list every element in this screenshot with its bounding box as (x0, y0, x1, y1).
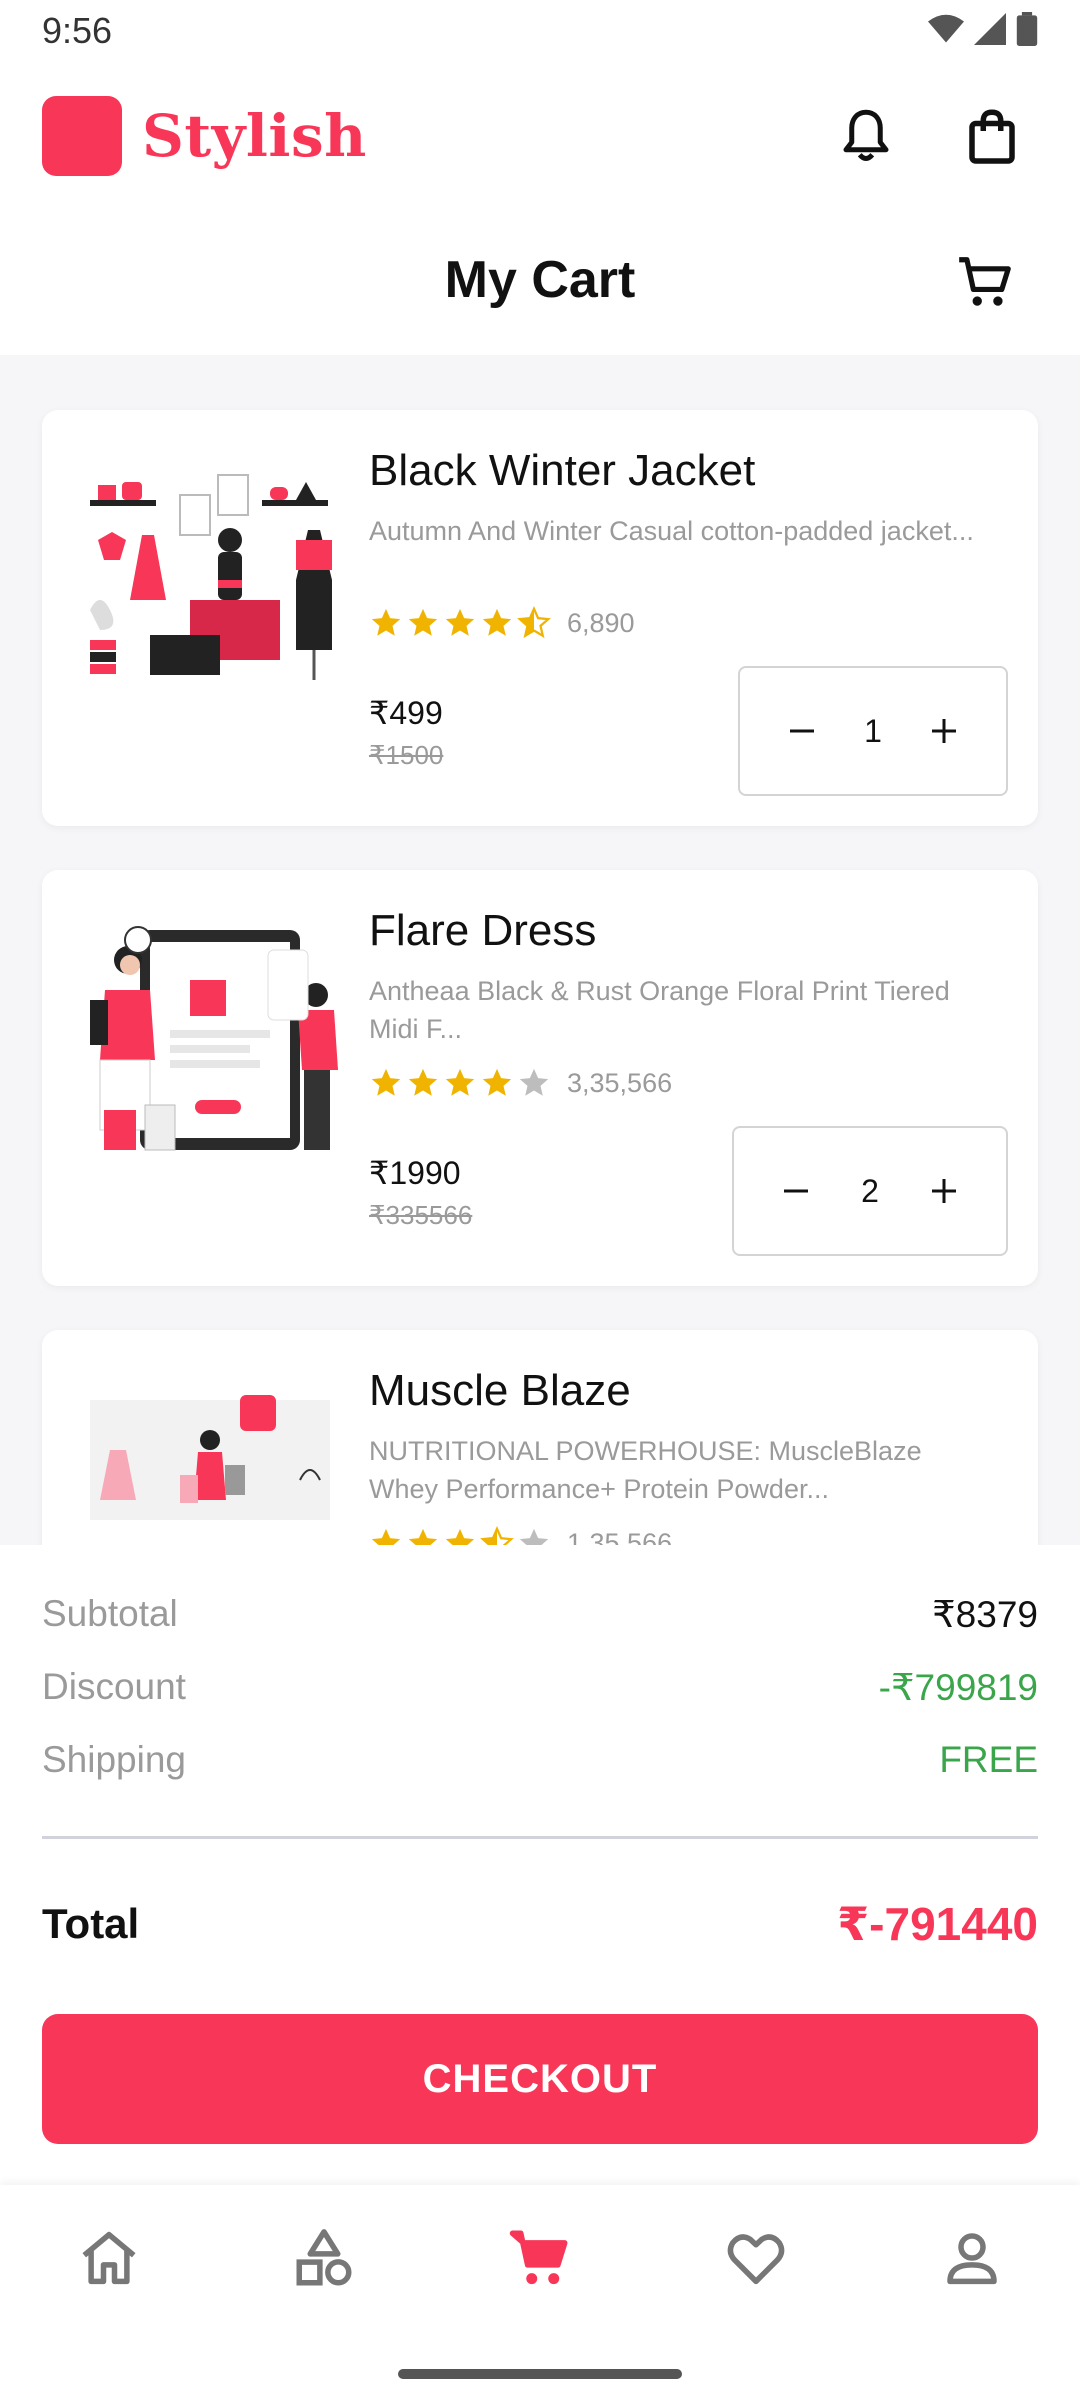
brand-logo[interactable]: Stylish (42, 96, 367, 176)
star-icon (519, 1068, 549, 1096)
star-icon (371, 1068, 401, 1096)
star-icon (408, 1528, 438, 1545)
minus-icon (784, 1189, 808, 1193)
subtotal-value: ₹8379 (932, 1594, 1038, 1635)
product-old-price: ₹1500 (369, 740, 444, 770)
subtotal-row: Subtotal ₹8379 (42, 1593, 1038, 1636)
decrease-button[interactable] (780, 709, 824, 753)
quantity-value: 1 (864, 712, 882, 749)
product-name[interactable]: Flare Dress (369, 906, 596, 956)
brand-name: Stylish (142, 102, 367, 170)
star-icon (445, 1528, 475, 1545)
discount-value: -₹799819 (878, 1667, 1038, 1708)
star-icon (482, 1068, 512, 1096)
logo-mark (42, 96, 122, 176)
total-row: Total ₹-791440 (42, 1897, 1038, 1951)
product-price: ₹499 (369, 695, 443, 731)
product-price: ₹1990 (369, 1155, 461, 1191)
cart-item[interactable]: Black Winter Jacket Autumn And Winter Ca… (42, 410, 1038, 826)
minus-icon (790, 729, 814, 733)
cart-icon[interactable] (954, 252, 1016, 314)
cart-list[interactable]: Black Winter Jacket Autumn And Winter Ca… (0, 355, 1080, 1545)
product-description: NUTRITIONAL POWERHOUSE: MuscleBlaze Whey… (369, 1436, 922, 1504)
product-name[interactable]: Black Winter Jacket (369, 446, 755, 496)
star-icon (371, 608, 401, 636)
product-description: Antheaa Black & Rust Orange Floral Print… (369, 976, 950, 1044)
star-icon (519, 1528, 549, 1545)
rating-count: 3,35,566 (567, 1067, 673, 1098)
star-rating (369, 1526, 551, 1545)
quantity-stepper[interactable]: 2 (732, 1126, 1008, 1256)
plus-icon (931, 1179, 956, 1203)
cart-icon[interactable] (507, 2225, 573, 2291)
product-rating: 6,890 (369, 606, 635, 640)
star-icon (445, 1068, 475, 1096)
home-indicator[interactable] (398, 2369, 682, 2379)
quantity-value: 2 (861, 1172, 879, 1209)
product-name[interactable]: Muscle Blaze (369, 1366, 631, 1416)
star-icon (408, 1068, 438, 1096)
total-value: ₹-791440 (837, 1898, 1038, 1950)
profile-icon[interactable] (939, 2225, 1005, 2291)
total-label: Total (42, 1900, 140, 1947)
decrease-button[interactable] (774, 1169, 818, 1213)
product-rating: 3,35,566 (369, 1066, 672, 1100)
checkout-button[interactable]: CHECKOUT (42, 2014, 1038, 2144)
categories-icon[interactable] (291, 2225, 357, 2291)
product-description: Autumn And Winter Casual cotton-padded j… (369, 516, 974, 546)
rating-count: 6,890 (567, 607, 635, 638)
order-summary: Subtotal ₹8379 Discount -₹799819 Shippin… (0, 1545, 1080, 2185)
divider (42, 1836, 1038, 1839)
discount-row: Discount -₹799819 (42, 1666, 1038, 1709)
increase-button[interactable] (922, 1169, 966, 1213)
discount-label: Discount (42, 1666, 186, 1707)
star-icon (482, 608, 512, 636)
increase-button[interactable] (922, 709, 966, 753)
star-rating (369, 1066, 551, 1100)
cart-item[interactable]: Muscle Blaze NUTRITIONAL POWERHOUSE: Mus… (42, 1330, 1038, 1545)
heart-icon[interactable] (723, 2225, 789, 2291)
product-image (90, 474, 332, 680)
battery-icon (1016, 12, 1038, 46)
page-title: My Cart (444, 251, 636, 309)
star-icon (517, 606, 551, 639)
product-image (90, 1395, 330, 1520)
wifi-icon (928, 14, 964, 43)
shipping-value: FREE (939, 1739, 1038, 1780)
top-bar: 9:56 Stylish My Cart (0, 0, 1080, 355)
star-icon (480, 1526, 514, 1545)
bottom-nav (0, 2185, 1080, 2400)
rating-count: 1,35,566 (567, 1527, 673, 1546)
subtotal-label: Subtotal (42, 1593, 178, 1634)
shipping-label: Shipping (42, 1739, 187, 1780)
status-icons (928, 12, 1038, 46)
product-old-price: ₹335566 (369, 1200, 473, 1230)
bell-icon[interactable] (836, 106, 896, 166)
product-rating: 1,35,566 (369, 1526, 672, 1545)
star-rating (369, 606, 551, 640)
home-icon[interactable] (76, 2225, 142, 2291)
star-icon (445, 608, 475, 636)
product-image (90, 926, 338, 1151)
star-icon (371, 1528, 401, 1545)
cart-item[interactable]: Flare Dress Antheaa Black & Rust Orange … (42, 870, 1038, 1286)
status-time: 9:56 (42, 10, 113, 51)
quantity-stepper[interactable]: 1 (738, 666, 1008, 796)
shopping-bag-icon[interactable] (962, 106, 1022, 166)
plus-icon (931, 719, 956, 743)
shipping-row: Shipping FREE (42, 1739, 1038, 1781)
star-icon (408, 608, 438, 636)
signal-icon (974, 13, 1006, 45)
